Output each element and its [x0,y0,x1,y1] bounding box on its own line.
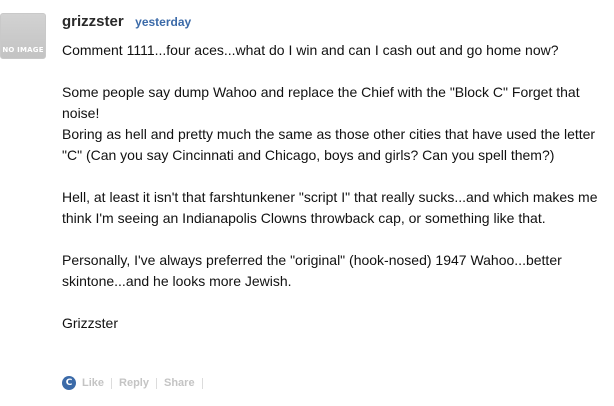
comment-paragraph: Personally, I've always preferred the "o… [62,252,562,289]
like-icon[interactable]: C [62,376,76,390]
share-button[interactable]: Share [164,377,195,389]
action-divider [155,377,157,389]
comment-paragraph: Some people say dump Wahoo and replace t… [62,84,596,163]
username-link[interactable]: grizzster [62,13,124,30]
comment-paragraph: Hell, at least it isn't that farshtunken… [62,189,598,226]
reply-button[interactable]: Reply [119,377,149,389]
comment-header: grizzster yesterday [62,13,191,31]
comment-signature: Grizzster [62,315,118,331]
action-divider [201,377,203,389]
avatar-placeholder-text: NO IMAGE [2,46,44,54]
comment-body: Comment 1111...four aces...what do I win… [62,40,604,355]
comment-paragraph: Comment 1111...four aces...what do I win… [62,42,559,58]
timestamp-link[interactable]: yesterday [135,15,191,29]
avatar[interactable]: NO IMAGE [0,13,46,59]
action-divider [111,377,113,389]
like-button[interactable]: Like [82,377,104,389]
comment-actions: C Like Reply Share [62,376,210,390]
